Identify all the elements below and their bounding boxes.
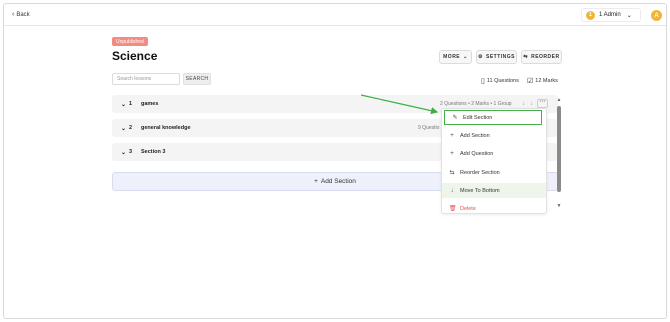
back-link[interactable]: ‹ Back bbox=[12, 11, 30, 18]
more-button[interactable]: MORE ⌄ bbox=[439, 50, 472, 64]
page-title: Science bbox=[112, 49, 158, 63]
reorder-icon: ⇆ bbox=[523, 54, 529, 60]
chevron-down-icon[interactable]: ⌄ bbox=[121, 125, 129, 132]
section-context-menu: ✎ Edit Section + Add Section + Add Quest… bbox=[441, 108, 547, 214]
arrow-down-icon[interactable]: ↓ bbox=[530, 101, 533, 107]
gear-icon: ⚙ bbox=[478, 54, 483, 60]
checkbox-icon: ☑ bbox=[527, 78, 534, 85]
section-meta: 2 Questions • 2 Marks • 1 Group bbox=[440, 101, 512, 107]
top-bar: ‹ Back 1 1 Admin ⌄ A bbox=[4, 4, 666, 26]
section-row-actions: ↓ ↓ bbox=[522, 101, 533, 107]
pencil-icon: ✎ bbox=[452, 115, 458, 121]
menu-item-label: Add Section bbox=[460, 132, 490, 139]
more-label: MORE bbox=[443, 54, 461, 60]
chevron-down-icon[interactable]: ⌄ bbox=[121, 149, 129, 156]
menu-item-reorder-section[interactable]: ⇆ Reorder Section bbox=[442, 165, 546, 180]
section-number: 2 bbox=[129, 125, 133, 131]
back-label: Back bbox=[16, 12, 30, 18]
questions-count: ▯ 11 Questions bbox=[481, 77, 519, 85]
section-meta: 9 Questio bbox=[418, 125, 440, 131]
search-input[interactable]: Search lessons bbox=[112, 73, 180, 85]
scrollbar-thumb[interactable] bbox=[557, 106, 561, 192]
search-placeholder: Search lessons bbox=[117, 76, 152, 82]
menu-item-add-section[interactable]: + Add Section bbox=[442, 128, 546, 143]
menu-item-label: Reorder Section bbox=[460, 169, 500, 176]
section-number: 3 bbox=[129, 149, 133, 155]
admin-coin-icon: 1 bbox=[586, 10, 595, 20]
settings-label: SETTINGS bbox=[485, 54, 515, 60]
add-section-label: Add Section bbox=[320, 178, 356, 185]
settings-button[interactable]: ⚙ SETTINGS bbox=[476, 50, 517, 64]
chevron-down-icon: ⌄ bbox=[626, 12, 632, 19]
arrow-down-icon: ↓ bbox=[450, 187, 454, 194]
marks-label: 12 Marks bbox=[535, 78, 558, 84]
reorder-icon: ⇆ bbox=[449, 170, 455, 176]
section-number: 1 bbox=[129, 101, 133, 107]
admin-menu-button[interactable]: 1 1 Admin ⌄ bbox=[581, 8, 641, 22]
avatar[interactable]: A bbox=[651, 10, 662, 21]
chevron-left-icon: ‹ bbox=[12, 11, 15, 18]
menu-scrollbar[interactable]: ▲ ▼ bbox=[556, 97, 562, 211]
scroll-up-icon[interactable]: ▲ bbox=[556, 97, 562, 103]
menu-item-label: Move To Bottom bbox=[460, 187, 500, 194]
section-name: games bbox=[141, 101, 159, 107]
scroll-down-icon[interactable]: ▼ bbox=[556, 203, 562, 209]
menu-item-move-to-bottom[interactable]: ↓ Move To Bottom bbox=[442, 183, 546, 198]
more-options-icon[interactable]: ··· bbox=[537, 99, 548, 108]
chevron-down-icon: ⌄ bbox=[463, 54, 468, 60]
reorder-button[interactable]: ⇆ REORDER bbox=[521, 50, 562, 64]
app-window: ‹ Back 1 1 Admin ⌄ A Unpublished Science… bbox=[3, 3, 667, 319]
trash-icon: 🗑 bbox=[449, 206, 457, 212]
plus-icon: + bbox=[314, 178, 318, 185]
menu-item-delete[interactable]: 🗑 Delete bbox=[442, 201, 546, 213]
questions-label: 11 Questions bbox=[486, 78, 519, 84]
admin-label: 1 Admin bbox=[599, 12, 621, 18]
menu-item-label: Add Question bbox=[460, 150, 494, 157]
search-button[interactable]: SEARCH bbox=[183, 73, 211, 85]
plus-icon: + bbox=[450, 150, 454, 157]
menu-item-label: Edit Section bbox=[463, 114, 493, 121]
chevron-down-icon[interactable]: ⌄ bbox=[121, 101, 129, 108]
menu-item-add-question[interactable]: + Add Question bbox=[442, 146, 546, 161]
plus-icon: + bbox=[450, 132, 454, 139]
menu-item-edit-section[interactable]: ✎ Edit Section bbox=[444, 110, 542, 125]
arrow-down-icon[interactable]: ↓ bbox=[522, 101, 525, 107]
status-badge: Unpublished bbox=[112, 37, 148, 46]
menu-item-label: Delete bbox=[460, 205, 476, 212]
reorder-label: REORDER bbox=[531, 54, 560, 60]
marks-count: ☑ 12 Marks bbox=[527, 77, 558, 85]
section-name: general knowledge bbox=[141, 125, 191, 131]
section-name: Section 3 bbox=[141, 149, 166, 155]
book-icon: ▯ bbox=[481, 78, 485, 85]
